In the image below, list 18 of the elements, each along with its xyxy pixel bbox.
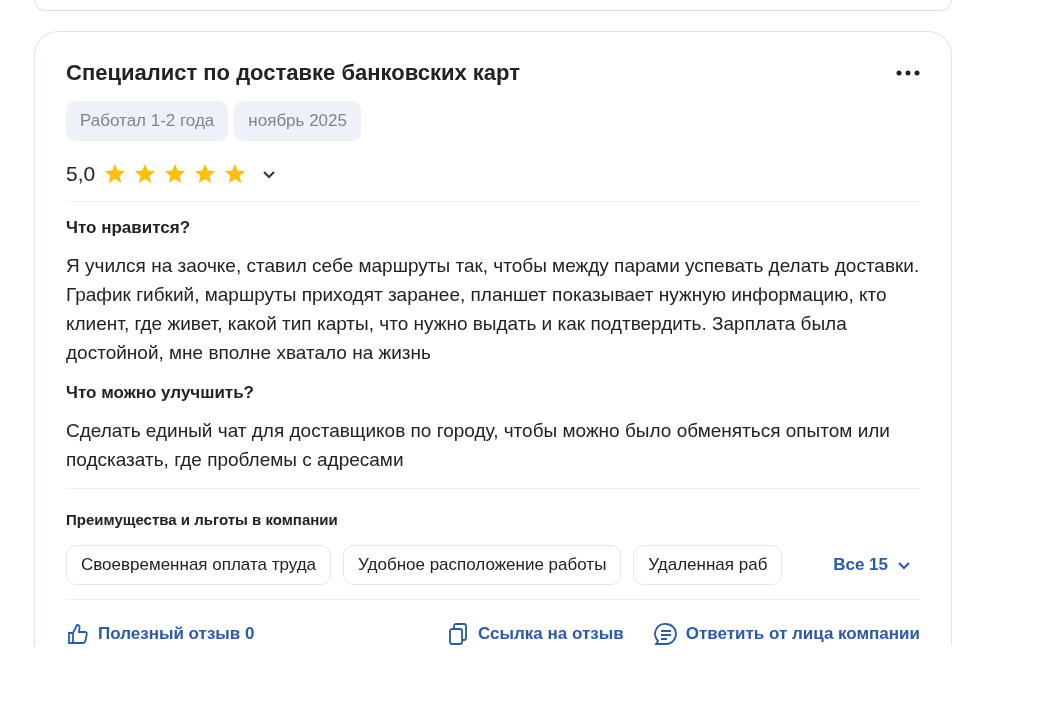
show-all-button[interactable]: Все 15 [833, 555, 920, 575]
tag: Работал 1-2 года [66, 101, 229, 141]
review-text: Я учился на заочке, ставил себе маршруты так, чтобы между парами успевать делать доставки. График гибкий, маршруты приходят заранее, планшет показывает нужную информацию, кто клиент, где живет, какой тип карты, что нужно выдать и как подтвердить. Зарплата была достойной, мне вполне хватало на жизнь [66, 254, 920, 365]
review-title: Специалист по доставке банковских карт [66, 60, 520, 86]
copy-link-button[interactable]: Ссылка на отзыв [446, 622, 624, 646]
thumbs-up-icon [66, 622, 90, 646]
reply-button[interactable]: Ответить от лица компании [653, 622, 920, 646]
review-text: Сделать единый чат для доставщиков по городу, чтобы можно было обменяться опытом или подсказать, где проблемы с адресами [66, 419, 891, 472]
benefits-heading: Преимущества и льготы в компании [66, 511, 339, 528]
rating-score: 5,0 [66, 162, 96, 186]
benefit-chip: Своевременная оплата труда [66, 545, 332, 585]
benefit-chip: Удобное расположение работы [343, 545, 622, 585]
tag: ноябрь 2025 [234, 101, 361, 141]
section-heading: Что нравится? [66, 218, 192, 238]
chat-bubble-icon [653, 622, 678, 646]
benefit-chip: Удаленная раб [633, 545, 783, 585]
helpful-button[interactable]: Полезный отзыв 0 [66, 622, 255, 646]
section-heading: Что можно улучшить? [66, 383, 255, 403]
